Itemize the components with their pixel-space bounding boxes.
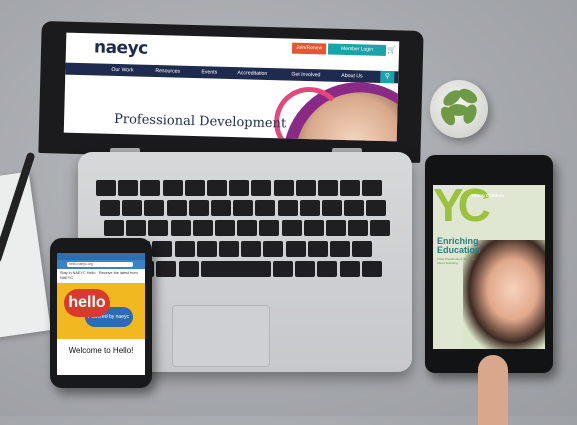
nav-our-work[interactable]: Our Work bbox=[111, 64, 133, 77]
keyboard-key[interactable] bbox=[303, 220, 324, 237]
keyboard-key[interactable] bbox=[170, 220, 191, 237]
phone-screen: hello.naeyc.org Stay in NAEYC Hello · Re… bbox=[57, 253, 145, 375]
keyboard-key[interactable] bbox=[273, 260, 293, 277]
keyboard-key[interactable] bbox=[344, 200, 365, 217]
keyboard-key[interactable] bbox=[339, 260, 360, 277]
keyboard-key[interactable] bbox=[318, 180, 338, 196]
keyboard-key[interactable] bbox=[118, 180, 139, 196]
keyboard-key[interactable] bbox=[322, 200, 342, 217]
cover-kicker: What Preschoolers Teach Us About Teachin… bbox=[437, 257, 476, 265]
magazine-masthead: YC bbox=[433, 185, 491, 231]
keyboard-key[interactable] bbox=[362, 180, 383, 196]
keyboard-key[interactable] bbox=[299, 200, 320, 217]
nav-about-us[interactable]: About Us bbox=[341, 70, 363, 83]
keyboard-key[interactable] bbox=[233, 200, 254, 217]
laptop-screen: naeyc Join/Renew Member Login 🛒 Our Work… bbox=[63, 32, 400, 142]
keyboard-key[interactable] bbox=[144, 200, 165, 217]
keyboard-key[interactable] bbox=[178, 260, 199, 277]
keyboard-key[interactable] bbox=[148, 220, 169, 237]
keyboard-key[interactable] bbox=[263, 240, 284, 257]
cart-icon[interactable]: 🛒 bbox=[385, 45, 398, 57]
keyboard-key[interactable] bbox=[196, 240, 217, 257]
keyboard-key[interactable] bbox=[166, 200, 187, 217]
keyboard-key[interactable] bbox=[140, 180, 161, 196]
keyboard-key[interactable] bbox=[326, 220, 346, 237]
keyboard-key[interactable] bbox=[285, 240, 306, 257]
keyboard-key[interactable] bbox=[211, 200, 231, 217]
main-nav: Our Work Resources Events Accreditation … bbox=[65, 62, 399, 84]
naeyc-logo[interactable]: naeyc bbox=[94, 37, 148, 58]
page-title: Professional Development bbox=[113, 111, 287, 132]
keyboard-key[interactable] bbox=[348, 220, 369, 237]
keyboard-key[interactable] bbox=[152, 240, 173, 257]
masthead-subtitle: Young Children bbox=[471, 193, 505, 198]
keyboard-key[interactable] bbox=[255, 200, 276, 217]
keyboard-key[interactable] bbox=[122, 200, 143, 217]
keyboard-key[interactable] bbox=[126, 220, 147, 237]
nav-accreditation[interactable]: Accreditation bbox=[237, 67, 267, 80]
keyboard-key[interactable] bbox=[156, 260, 177, 277]
keyboard-key[interactable] bbox=[215, 220, 235, 237]
keyboard-key[interactable] bbox=[277, 200, 298, 217]
intro-text: Stay in NAEYC Hello · Receive the latest… bbox=[60, 271, 138, 280]
cover-headline: Enriching Education bbox=[437, 236, 481, 255]
status-bar bbox=[57, 253, 145, 260]
keyboard-key[interactable] bbox=[96, 180, 116, 196]
paper-sheet bbox=[0, 171, 51, 339]
search-icon[interactable]: ⚲ bbox=[380, 70, 395, 84]
keyboard-key[interactable] bbox=[219, 240, 239, 257]
keyboard-key[interactable] bbox=[207, 180, 227, 196]
keyboard-key[interactable] bbox=[307, 240, 328, 257]
keyboard-key[interactable] bbox=[251, 180, 272, 196]
welcome-text: Welcome to Hello! bbox=[68, 346, 134, 355]
member-login-button[interactable]: Member Login bbox=[327, 43, 387, 57]
keyboard-key[interactable] bbox=[259, 220, 280, 237]
finger bbox=[478, 355, 508, 425]
keyboard-key[interactable] bbox=[174, 240, 195, 257]
keyboard-key[interactable] bbox=[361, 260, 382, 277]
keyboard-key[interactable] bbox=[192, 220, 213, 237]
keyboard-key[interactable] bbox=[100, 200, 120, 217]
keyboard-key[interactable] bbox=[295, 260, 316, 277]
keyboard-key[interactable] bbox=[295, 180, 316, 196]
nav-resources[interactable]: Resources bbox=[155, 65, 180, 78]
url-field[interactable]: hello.naeyc.org bbox=[67, 262, 133, 267]
touchpad[interactable] bbox=[172, 305, 270, 367]
keyboard-key[interactable] bbox=[366, 200, 387, 217]
keyboard-key[interactable] bbox=[352, 240, 373, 257]
keyboard-key[interactable] bbox=[188, 200, 209, 217]
join-renew-button[interactable]: Join/Renew bbox=[291, 42, 327, 55]
keyboard-key[interactable] bbox=[273, 180, 294, 196]
keyboard-key[interactable] bbox=[241, 240, 262, 257]
keyboard-key[interactable] bbox=[340, 180, 361, 196]
tablet-screen: YC Young Children Enriching Education Wh… bbox=[433, 185, 545, 349]
nav-get-involved[interactable]: Get Involved bbox=[291, 69, 320, 82]
keyboard-key[interactable] bbox=[184, 180, 205, 196]
keyboard-key[interactable] bbox=[200, 260, 271, 277]
keyboard-key[interactable] bbox=[317, 260, 338, 277]
keyboard-key[interactable] bbox=[330, 240, 350, 257]
keyboard-key[interactable] bbox=[229, 180, 250, 196]
keyboard-key[interactable] bbox=[281, 220, 302, 237]
hello-logo: hello bbox=[64, 289, 110, 317]
keyboard-key[interactable] bbox=[104, 220, 124, 237]
keyboard-key[interactable] bbox=[370, 220, 391, 237]
keyboard-key[interactable] bbox=[237, 220, 258, 237]
succulent-plant bbox=[430, 80, 488, 138]
nav-events[interactable]: Events bbox=[201, 66, 217, 78]
keyboard-key[interactable] bbox=[162, 180, 183, 196]
